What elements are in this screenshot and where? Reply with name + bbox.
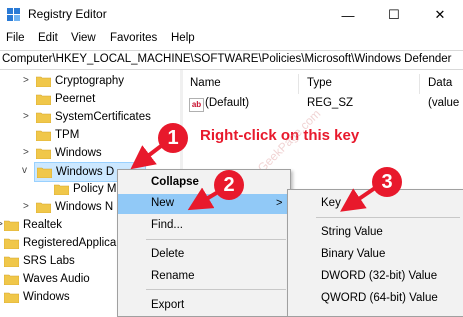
value-data: (value — [428, 97, 460, 109]
context-item-rename[interactable]: Rename — [118, 267, 290, 287]
context-item-label: Find... — [151, 219, 183, 231]
title-bar: Registry Editor — ☐ ✕ — [0, 0, 463, 30]
context-item-label: Collapse — [151, 176, 199, 188]
submenu-item-qword-value[interactable]: QWORD (64-bit) Value — [288, 289, 463, 309]
folder-icon — [4, 238, 19, 249]
menu-separator — [146, 239, 286, 240]
column-divider[interactable] — [298, 74, 299, 94]
menu-view[interactable]: View — [71, 32, 96, 44]
submenu-item-label: QWORD (64-bit) Value — [321, 292, 438, 304]
context-item-label: Export — [151, 299, 185, 311]
tree-item-registeredapplications[interactable]: RegisteredApplica — [4, 234, 116, 252]
tree-item-label: SystemCertificates — [55, 111, 151, 123]
chevron-right-icon[interactable]: > — [23, 147, 29, 158]
tree-item-realtek[interactable]: Realtek — [4, 216, 62, 234]
column-header-name[interactable]: Name — [190, 77, 221, 89]
submenu-item-string-value[interactable]: String Value — [288, 223, 463, 243]
tree-item-windows-nt[interactable]: Windows N — [36, 198, 113, 216]
maximize-button[interactable]: ☐ — [371, 0, 417, 30]
address-bar[interactable]: Computer\HKEY_LOCAL_MACHINE\SOFTWARE\Pol… — [0, 50, 463, 70]
menu-separator — [316, 217, 460, 218]
tree-item-label: Peernet — [55, 93, 96, 105]
chevron-right-icon[interactable]: > — [23, 201, 29, 212]
new-submenu: Key String Value Binary Value DWORD (32-… — [287, 189, 463, 317]
submenu-item-label: String Value — [321, 226, 383, 238]
column-header-type[interactable]: Type — [307, 77, 332, 89]
folder-icon — [4, 256, 19, 267]
tree-item-label: Realtek — [23, 219, 62, 231]
chevron-right-icon[interactable]: > — [23, 75, 29, 86]
folder-icon — [4, 274, 19, 285]
chevron-right-icon[interactable]: > — [23, 111, 29, 122]
menu-bar: File Edit View Favorites Help — [0, 30, 463, 48]
folder-icon — [36, 202, 51, 213]
step-badge-1: 1 — [158, 123, 188, 153]
menu-edit[interactable]: Edit — [38, 32, 58, 44]
tree-item-label: RegisteredApplica — [23, 237, 117, 249]
step-badge-3: 3 — [372, 167, 402, 197]
context-item-export[interactable]: Export — [118, 296, 290, 316]
registry-editor-icon — [7, 8, 20, 21]
tree-item-peernet[interactable]: Peernet — [36, 90, 95, 108]
menu-favorites[interactable]: Favorites — [110, 32, 157, 44]
menu-help[interactable]: Help — [171, 32, 195, 44]
value-name: (Default) — [205, 97, 250, 109]
minimize-button[interactable]: — — [325, 0, 371, 30]
context-item-label: New — [151, 197, 175, 209]
folder-icon — [36, 76, 51, 87]
tree-item-label: TPM — [55, 129, 80, 141]
chevron-right-icon[interactable]: > — [0, 219, 3, 230]
tree-item-tpm[interactable]: TPM — [36, 126, 79, 144]
folder-icon — [4, 220, 19, 231]
submenu-item-label: Key — [321, 197, 341, 209]
tree-item-label: Cryptography — [55, 75, 125, 87]
window-title: Registry Editor — [28, 7, 107, 21]
menu-file[interactable]: File — [6, 32, 25, 44]
close-button[interactable]: ✕ — [417, 0, 463, 30]
folder-icon — [36, 148, 51, 159]
folder-icon — [4, 292, 19, 303]
context-item-label: Rename — [151, 270, 195, 282]
tree-item-label: SRS Labs — [23, 255, 75, 267]
tree-item-srs-labs[interactable]: SRS Labs — [4, 252, 75, 270]
context-menu: Collapse New > Find... Delete Rename Exp… — [117, 169, 291, 317]
tree-item-label: Windows D — [56, 166, 115, 178]
tree-item-policy-manager[interactable]: Policy M — [54, 180, 116, 198]
tree-item-label: Policy M — [73, 183, 117, 195]
step-badge-2: 2 — [214, 170, 244, 200]
submenu-item-label: DWORD (32-bit) Value — [321, 270, 438, 282]
folder-icon — [36, 112, 51, 123]
context-item-find[interactable]: Find... — [118, 216, 290, 236]
column-header-data[interactable]: Data — [428, 77, 452, 89]
tree-item-windows-root[interactable]: Windows — [4, 288, 70, 306]
chevron-right-icon: > — [276, 197, 283, 209]
string-value-icon: ab — [189, 98, 204, 112]
submenu-item-binary-value[interactable]: Binary Value — [288, 245, 463, 265]
column-divider[interactable] — [419, 74, 420, 94]
tree-item-label: Waves Audio — [23, 273, 90, 285]
context-item-delete[interactable]: Delete — [118, 245, 290, 265]
tree-item-systemcertificates[interactable]: SystemCertificates — [36, 108, 151, 126]
tree-item-label: Windows — [23, 291, 70, 303]
submenu-item-key[interactable]: Key — [288, 194, 463, 214]
submenu-item-dword-value[interactable]: DWORD (32-bit) Value — [288, 267, 463, 287]
address-path[interactable]: Computer\HKEY_LOCAL_MACHINE\SOFTWARE\Pol… — [2, 53, 451, 65]
context-item-label: Delete — [151, 248, 185, 260]
tree-item-label: Windows — [55, 147, 102, 159]
chevron-down-icon[interactable]: v — [22, 165, 27, 176]
context-item-new[interactable]: New > — [118, 194, 290, 214]
folder-icon — [54, 184, 69, 195]
folder-icon — [36, 94, 51, 105]
tree-item-windows[interactable]: Windows — [36, 144, 102, 162]
tree-item-label: Windows N — [55, 201, 114, 213]
tree-item-waves-audio[interactable]: Waves Audio — [4, 270, 90, 288]
context-item-collapse[interactable]: Collapse — [118, 173, 290, 193]
submenu-item-label: Binary Value — [321, 248, 386, 260]
tree-item-cryptography[interactable]: Cryptography — [36, 72, 124, 90]
menu-separator — [146, 289, 286, 290]
folder-open-icon — [37, 167, 52, 178]
folder-icon — [36, 130, 51, 141]
